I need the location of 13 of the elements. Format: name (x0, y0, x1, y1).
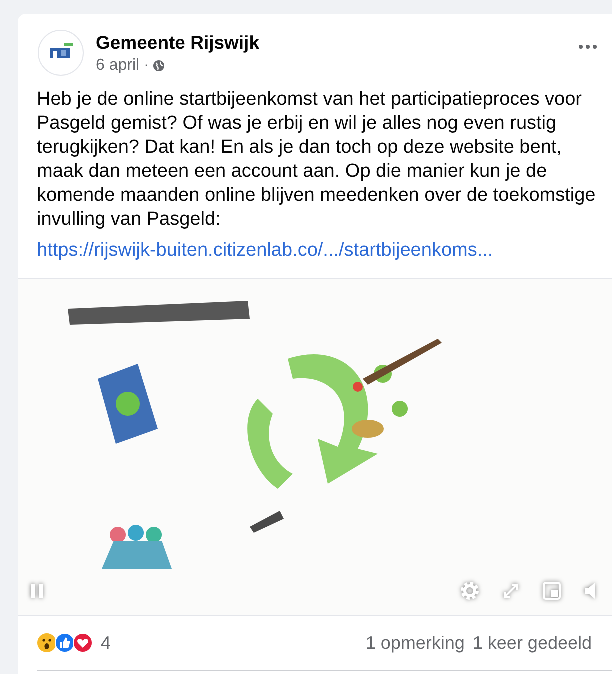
author-name[interactable]: Gemeente Rijswijk (96, 32, 260, 54)
reaction-count[interactable]: 4 (101, 632, 112, 654)
post-link[interactable]: https://rijswijk-buiten.citizenlab.co/.../startbijeenkoms... (37, 240, 612, 262)
share-count[interactable]: 1 keer gedeeld (472, 632, 592, 654)
like-reaction-icon[interactable] (55, 633, 75, 653)
page-avatar[interactable] (38, 30, 84, 76)
wow-reaction-icon[interactable] (37, 633, 57, 653)
globe-icon (153, 60, 166, 72)
post-text: Heb je de online startbijeenkomst van het participatieproces voor Pasgeld gemist? Of was je erbij en wil je alles nog even rustig terugkijken? Dat kan! En als je dan toch op deze website bent, maak dan meteen een account aan. Op die manier kun je de komende maanden online blijven meedenken over de toekomstige invulling van Pasgeld: (37, 88, 597, 232)
post-date[interactable]: 6 april · (96, 57, 150, 75)
love-reaction-icon[interactable] (73, 633, 93, 653)
comment-count[interactable]: 1 opmerking (366, 632, 465, 654)
more-options-icon[interactable] (576, 42, 600, 52)
